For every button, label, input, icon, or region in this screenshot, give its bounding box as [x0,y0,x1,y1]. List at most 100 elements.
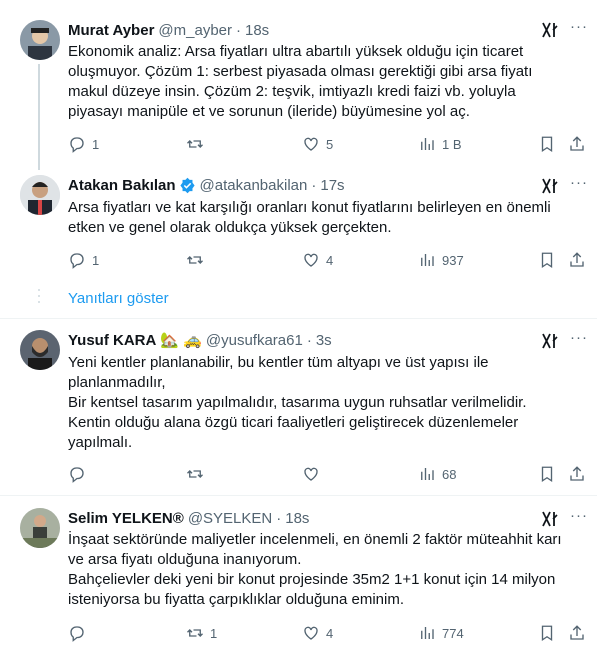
tweet-text: İnşaat sektöründe maliyetler incelenmeli… [68,531,562,608]
retweet-button[interactable]: 1 [186,623,217,643]
grok-icon[interactable] [540,176,560,196]
retweet-count: 1 [210,625,218,641]
more-icon[interactable]: ··· [569,175,589,196]
views-count: 1 B [442,136,462,152]
timestamp[interactable]: 18s [285,510,309,527]
tweet-atakan[interactable]: Atakan Bakılan @atakanbakilan · 17s ··· … [0,170,597,280]
display-name[interactable]: Selim YELKEN® [68,510,184,527]
show-replies-link[interactable]: Yanıtları göster [68,290,169,307]
views-button[interactable]: 937 [418,250,464,270]
thread-dots [36,289,42,307]
separator-dot: · [306,331,312,349]
handle[interactable]: @yusufkara61 [206,332,303,349]
views-count: 68 [442,466,457,482]
views-count: 937 [442,252,464,268]
tweet-actions: 1 5 1 B [68,134,588,154]
timeline-feed: Murat Ayber @m_ayber · 18s ··· Ekonomik … [0,0,597,662]
tweet-text: Ekonomik analiz: Arsa fiyatları ultra ab… [68,43,537,120]
tweet-header: Murat Ayber @m_ayber · 18s [68,20,269,40]
share-icon[interactable] [568,251,586,269]
separator-dot: · [311,176,317,194]
reply-button[interactable] [68,623,92,643]
views-icon [421,254,434,266]
tweet-selim[interactable]: Selim YELKEN® @SYELKEN · 18s ··· İnşaat … [0,496,597,662]
handle[interactable]: @SYELKEN [188,510,272,527]
tweet-header: Selim YELKEN® @SYELKEN · 18s [68,508,309,528]
display-name[interactable]: Yusuf KARA [68,332,156,349]
tweet-actions: 1 4 937 [68,250,588,270]
separator-dot: · [236,21,241,39]
separator-dot: · [276,509,282,527]
reply-count: 1 [92,252,100,268]
bookmark-icon[interactable] [538,251,556,269]
avatar[interactable] [20,330,60,370]
bookmark-icon[interactable] [538,465,556,483]
share-icon[interactable] [568,624,586,642]
reply-button[interactable]: 1 [68,134,99,154]
like-button[interactable]: 4 [302,623,333,643]
bookmark-icon[interactable] [538,624,556,642]
tweet-text: Arsa fiyatları ve kat karşılığı oranları… [68,199,555,236]
retweet-button[interactable] [186,134,210,154]
retweet-button[interactable] [186,464,210,484]
bookmark-icon[interactable] [538,135,556,153]
more-icon[interactable]: ··· [569,19,589,40]
views-button[interactable]: 774 [418,623,464,643]
reply-icon [70,467,84,483]
like-icon [304,626,318,640]
thread-line [38,64,40,170]
display-name[interactable]: Murat Ayber [68,22,154,39]
name-emoji: 🏡 🚕 [160,332,202,349]
reply-icon [70,626,84,642]
share-icon[interactable] [568,135,586,153]
retweet-icon [187,256,203,264]
more-icon[interactable]: ··· [569,330,589,351]
views-count: 774 [442,625,464,641]
like-icon [304,467,318,481]
verified-icon [179,177,195,193]
views-button[interactable]: 68 [418,464,456,484]
tweet-actions: 1 4 774 [68,623,588,643]
like-button[interactable]: 4 [302,250,333,270]
grok-icon[interactable] [540,509,560,529]
avatar[interactable] [20,508,60,548]
grok-icon[interactable] [540,20,560,40]
tweet-text: Yeni kentler planlanabilir, bu kentler t… [68,354,527,451]
tweet-murat[interactable]: Murat Ayber @m_ayber · 18s ··· Ekonomik … [0,0,597,170]
more-icon[interactable]: ··· [569,508,589,529]
grok-icon[interactable] [540,331,560,351]
avatar[interactable] [20,175,60,215]
like-count: 4 [326,625,334,641]
timestamp[interactable]: 18s [245,22,269,39]
handle[interactable]: @m_ayber [158,22,232,39]
timestamp[interactable]: 3s [316,332,332,349]
retweet-button[interactable] [186,250,210,270]
reply-button[interactable]: 1 [68,250,99,270]
tweet-actions: 68 [68,464,588,484]
views-icon [421,627,434,639]
like-icon [304,253,318,267]
avatar[interactable] [20,20,60,60]
retweet-icon [187,470,203,478]
views-icon [421,468,434,480]
share-icon[interactable] [568,465,586,483]
like-button[interactable] [302,464,326,484]
reply-count: 1 [92,136,100,152]
reply-button[interactable] [68,464,92,484]
retweet-icon [187,629,203,637]
tweet-yusuf[interactable]: Yusuf KARA 🏡 🚕 @yusufkara61 · 3s ··· Yen… [0,319,597,494]
handle[interactable]: @atakanbakilan [200,177,308,194]
views-button[interactable]: 1 B [418,134,462,154]
like-count: 4 [326,252,334,268]
like-button[interactable]: 5 [302,134,333,154]
views-icon [421,138,434,150]
timestamp[interactable]: 17s [320,177,344,194]
tweet-header: Yusuf KARA 🏡 🚕 @yusufkara61 · 3s [68,330,332,350]
tweet-header: Atakan Bakılan @atakanbakilan · 17s [68,175,345,195]
retweet-icon [187,140,203,148]
reply-icon [70,137,84,153]
display-name[interactable]: Atakan Bakılan [68,177,176,194]
like-count: 5 [326,136,334,152]
reply-icon [70,253,84,269]
like-icon [304,137,318,151]
